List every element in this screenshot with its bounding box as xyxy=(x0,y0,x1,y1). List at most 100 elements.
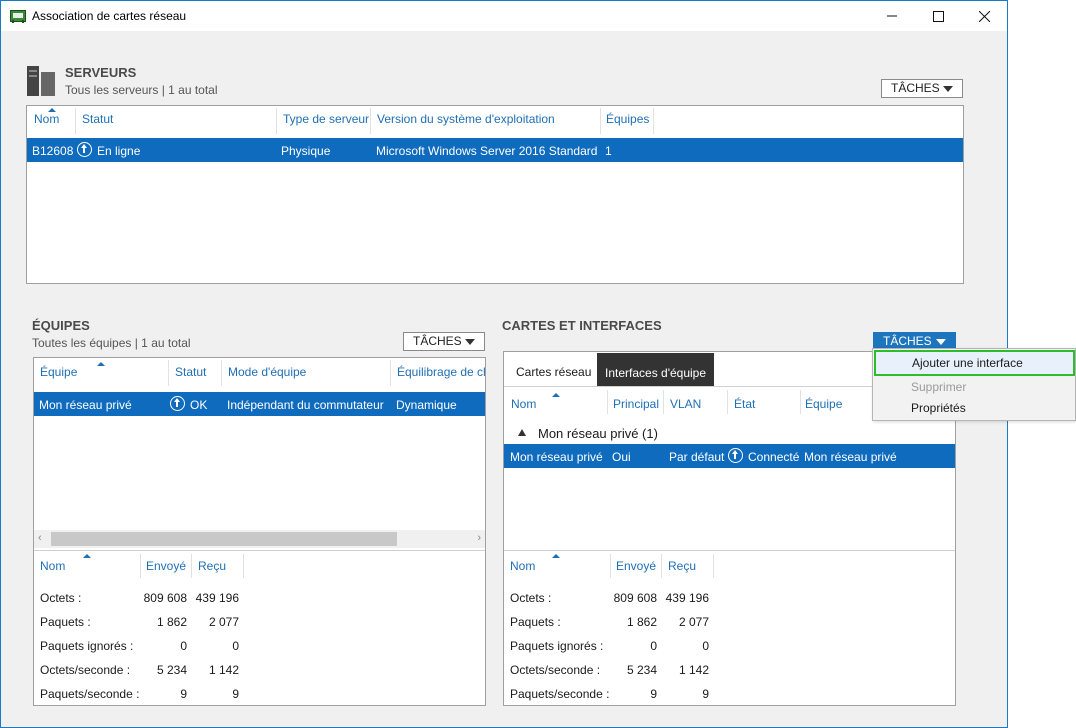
stat-received: 1 142 xyxy=(678,663,709,677)
servers-subtitle: Tous les serveurs | 1 au total xyxy=(65,83,218,97)
stat-sent: 5 234 xyxy=(626,663,657,677)
stat-label: Paquets/seconde : xyxy=(510,687,610,701)
adapters-title: CARTES ET INTERFACES xyxy=(502,318,662,333)
stat-sent: 809 608 xyxy=(613,591,657,605)
column-header-os-version[interactable]: Version du système d'exploitation xyxy=(377,112,555,126)
sort-ascending-icon xyxy=(552,393,560,397)
column-header-teams[interactable]: Équipes xyxy=(606,112,649,126)
menu-item-add-interface[interactable]: Ajouter une interface xyxy=(874,350,1075,376)
servers-table: Nom Statut Type de serveur Version du sy… xyxy=(26,105,964,284)
nic-teaming-icon xyxy=(10,10,26,23)
sort-ascending-icon xyxy=(552,554,560,558)
column-header-state[interactable]: État xyxy=(734,397,755,411)
tasks-label: TÂCHES xyxy=(413,334,462,348)
sort-ascending-icon xyxy=(97,362,105,366)
stat-sent: 9 xyxy=(650,687,657,701)
maximize-button[interactable] xyxy=(915,1,961,31)
app-window: Association de cartes réseau SERVEURS To… xyxy=(0,0,1008,728)
stat-received: 1 142 xyxy=(208,663,239,677)
column-header-status[interactable]: Statut xyxy=(175,365,206,379)
minimize-icon xyxy=(887,15,897,17)
stats-header-name[interactable]: Nom xyxy=(510,559,535,573)
group-label: Mon réseau privé (1) xyxy=(538,426,658,441)
column-header-server-type[interactable]: Type de serveur xyxy=(283,112,369,126)
stat-sent: 1 862 xyxy=(156,615,187,629)
stat-received: 2 077 xyxy=(678,615,709,629)
interface-state: Connecté xyxy=(748,450,800,464)
stat-received: 0 xyxy=(702,639,709,653)
stats-header-received[interactable]: Reçu xyxy=(668,559,696,573)
window-title: Association de cartes réseau xyxy=(32,9,187,23)
servers-tasks-button[interactable]: TÂCHES xyxy=(881,79,963,98)
table-row[interactable]: Mon réseau privé OK Indépendant du commu… xyxy=(34,392,485,416)
table-row[interactable]: B12608 En ligne Physique Microsoft Windo… xyxy=(27,138,963,162)
teams-tasks-button[interactable]: TÂCHES xyxy=(403,332,485,351)
scroll-left-icon[interactable]: ‹ xyxy=(38,532,42,544)
stat-sent: 5 234 xyxy=(156,663,187,677)
menu-item-properties[interactable]: Propriétés xyxy=(873,397,1075,419)
stats-header-sent[interactable]: Envoyé xyxy=(616,559,656,573)
column-header-primary[interactable]: Principal xyxy=(613,397,659,411)
team-balancing: Dynamique xyxy=(396,398,457,412)
dropdown-arrow-icon xyxy=(936,339,946,345)
menu-item-delete[interactable]: Supprimer xyxy=(873,376,1075,398)
stat-label: Octets : xyxy=(510,591,552,605)
stat-sent: 9 xyxy=(180,687,187,701)
column-header-team[interactable]: Équipe xyxy=(40,365,77,379)
dropdown-arrow-icon xyxy=(943,86,953,92)
stat-received: 2 077 xyxy=(208,615,239,629)
stats-header-sent[interactable]: Envoyé xyxy=(146,559,186,573)
stat-received: 9 xyxy=(232,687,239,701)
server-teams: 1 xyxy=(605,144,612,158)
column-header-status[interactable]: Statut xyxy=(82,112,113,126)
close-icon xyxy=(978,10,990,22)
column-header-name[interactable]: Nom xyxy=(34,112,59,126)
stat-label: Octets : xyxy=(40,591,82,605)
team-status: OK xyxy=(190,398,208,412)
stat-sent: 809 608 xyxy=(143,591,187,605)
collapse-triangle-icon[interactable] xyxy=(518,429,526,436)
stats-header-name[interactable]: Nom xyxy=(40,559,65,573)
stat-sent: 0 xyxy=(180,639,187,653)
interface-team: Mon réseau privé xyxy=(804,450,897,464)
teams-subtitle: Toutes les équipes | 1 au total xyxy=(32,336,191,350)
stat-received: 439 196 xyxy=(665,591,709,605)
connected-status-icon xyxy=(728,448,743,463)
tasks-label: TÂCHES xyxy=(891,81,940,95)
stat-sent: 0 xyxy=(650,639,657,653)
server-name: B12608 xyxy=(32,144,74,158)
team-mode: Indépendant du commutateur xyxy=(227,398,384,412)
interface-vlan: Par défaut xyxy=(669,450,725,464)
ok-status-icon xyxy=(170,396,185,411)
stat-label: Paquets ignorés : xyxy=(510,639,604,653)
teams-title: ÉQUIPES xyxy=(32,318,90,333)
interface-primary: Oui xyxy=(612,450,631,464)
table-row[interactable]: Mon réseau privé Oui Par défaut Connecté… xyxy=(504,444,955,468)
tab-network-adapters[interactable]: Cartes réseau xyxy=(508,356,599,388)
close-button[interactable] xyxy=(961,1,1007,31)
teams-panel: Équipe Statut Mode d'équipe Équilibrage … xyxy=(33,357,486,706)
scrollbar-thumb[interactable] xyxy=(51,532,397,546)
horizontal-scrollbar[interactable]: ‹ › xyxy=(34,530,485,548)
column-header-load-balancing[interactable]: Équilibrage de ch xyxy=(397,365,485,379)
column-header-team[interactable]: Équipe xyxy=(805,397,842,411)
tab-team-interfaces[interactable]: Interfaces d'équipe xyxy=(597,353,715,386)
stat-label: Octets/seconde : xyxy=(40,663,131,677)
scroll-right-icon[interactable]: › xyxy=(477,532,481,544)
title-bar[interactable]: Association de cartes réseau xyxy=(1,1,1007,31)
online-status-icon xyxy=(77,142,92,157)
dropdown-arrow-icon xyxy=(465,339,475,345)
tasks-label: TÂCHES xyxy=(883,334,932,348)
sort-ascending-icon xyxy=(83,554,91,558)
column-header-team-mode[interactable]: Mode d'équipe xyxy=(228,365,306,379)
column-header-name[interactable]: Nom xyxy=(511,397,536,411)
column-header-vlan[interactable]: VLAN xyxy=(670,397,701,411)
stat-label: Octets/seconde : xyxy=(510,663,601,677)
interface-name: Mon réseau privé xyxy=(510,450,603,464)
server-os: Microsoft Windows Server 2016 Standard xyxy=(376,144,598,158)
maximize-icon xyxy=(932,10,944,22)
stat-label: Paquets/seconde : xyxy=(40,687,140,701)
stats-header-received[interactable]: Reçu xyxy=(198,559,226,573)
minimize-button[interactable] xyxy=(869,1,915,31)
stat-label: Paquets : xyxy=(510,615,561,629)
